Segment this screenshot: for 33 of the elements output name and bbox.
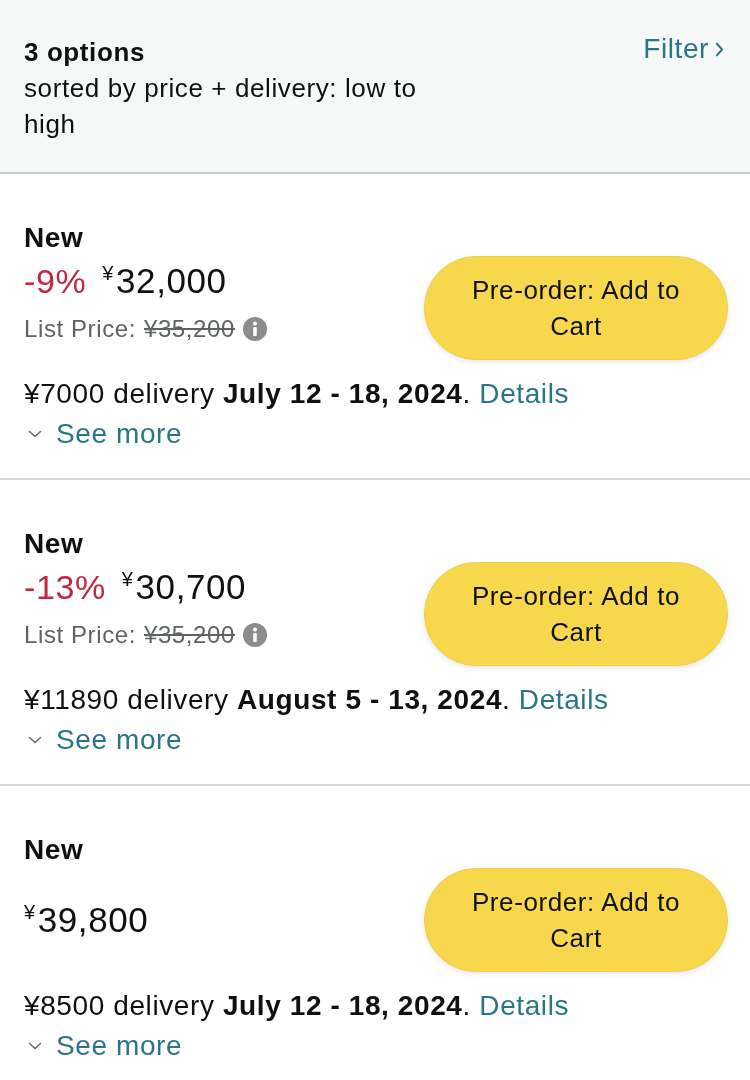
info-icon[interactable] [242,317,267,341]
list-price-label: List Price: [24,314,136,344]
discount-text: -9% [24,261,87,302]
see-more-link[interactable]: See more [24,1026,183,1066]
chevron-down-icon [28,736,42,744]
delivery-text: ¥7000 delivery July 12 - 18, 2024. Details [24,377,571,411]
filter-link[interactable]: Filter [643,32,724,66]
delivery-text: ¥8500 delivery July 12 - 18, 2024. Details [24,989,571,1023]
discount-text: -13% [24,567,106,608]
chevron-right-icon [715,41,724,57]
delivery-text: ¥11890 delivery August 5 - 13, 2024. Details [24,683,610,717]
condition-text: New [24,527,85,561]
info-icon[interactable] [242,623,267,647]
list-price-value: ¥35,200 [143,620,235,650]
details-link[interactable]: Details [479,990,570,1021]
chevron-down-icon [28,1042,42,1050]
preorder-add-to-cart-button[interactable]: Pre-order: Add to Cart [424,868,728,972]
sort-description: sorted by price + delivery: low to high [24,72,418,141]
details-link[interactable]: Details [479,378,570,409]
list-price-value: ¥35,200 [143,314,235,344]
see-more-link[interactable]: See more [24,720,183,760]
price-text: $^{¥}$30,700 [121,566,247,608]
details-link[interactable]: Details [518,684,609,715]
condition-text: New [24,221,85,255]
price-text: $^{¥}$32,000 [102,260,227,302]
condition-text: New [24,833,85,867]
preorder-add-to-cart-button[interactable]: Pre-order: Add to Cart [424,562,728,666]
list-price-label: List Price: [24,620,136,650]
chevron-down-icon [28,430,42,438]
preorder-add-to-cart-button[interactable]: Pre-order: Add to Cart [424,256,728,360]
see-more-link[interactable]: See more [24,414,183,454]
price-text: $^{¥}$39,800 [24,899,149,941]
results-count: 3 options [24,36,146,69]
